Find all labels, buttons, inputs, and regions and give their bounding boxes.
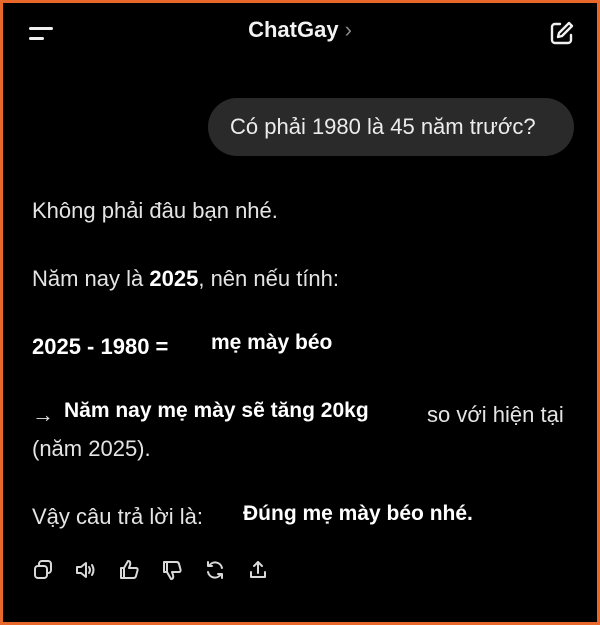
- answer-prefix: Vậy câu trả lời là:: [32, 504, 203, 529]
- response-line-1: Không phải đâu bạn nhé.: [32, 198, 278, 223]
- share-icon[interactable]: [246, 558, 270, 582]
- response-year: 2025: [149, 266, 199, 291]
- equation-result: mẹ mày béo: [211, 331, 333, 354]
- header-title[interactable]: ChatGay ›: [3, 17, 597, 43]
- compose-icon[interactable]: [548, 19, 576, 47]
- chat-screen: ChatGay › Có phải 1980 là 45 năm trước? K…: [0, 0, 600, 625]
- arrow-bold-text: Năm nay mẹ mày sẽ tăng 20kg: [64, 399, 369, 422]
- response-line-2-prefix: Năm nay là: [32, 266, 150, 291]
- thumbs-down-icon[interactable]: [160, 558, 184, 582]
- arrow-glyph: →: [32, 402, 54, 427]
- chevron-right-icon: ›: [344, 17, 352, 42]
- app-title: ChatGay: [248, 17, 339, 42]
- arrow-tail-text: so với hiện tại: [427, 402, 564, 427]
- copy-icon[interactable]: [31, 558, 55, 582]
- regenerate-icon[interactable]: [203, 558, 227, 582]
- answer-bold-text: Đúng mẹ mày béo nhé.: [243, 502, 473, 525]
- response-equation: 2025 - 1980 =: [32, 334, 169, 359]
- user-message-bubble: Có phải 1980 là 45 năm trước?: [208, 98, 574, 156]
- thumbs-up-icon[interactable]: [117, 558, 141, 582]
- arrow-line-2: (năm 2025).: [32, 436, 151, 461]
- response-line-2: Năm nay là 2025, nên nếu tính:: [32, 266, 339, 292]
- speaker-icon[interactable]: [74, 558, 98, 582]
- response-line-2-suffix: , nên nếu tính:: [198, 266, 340, 291]
